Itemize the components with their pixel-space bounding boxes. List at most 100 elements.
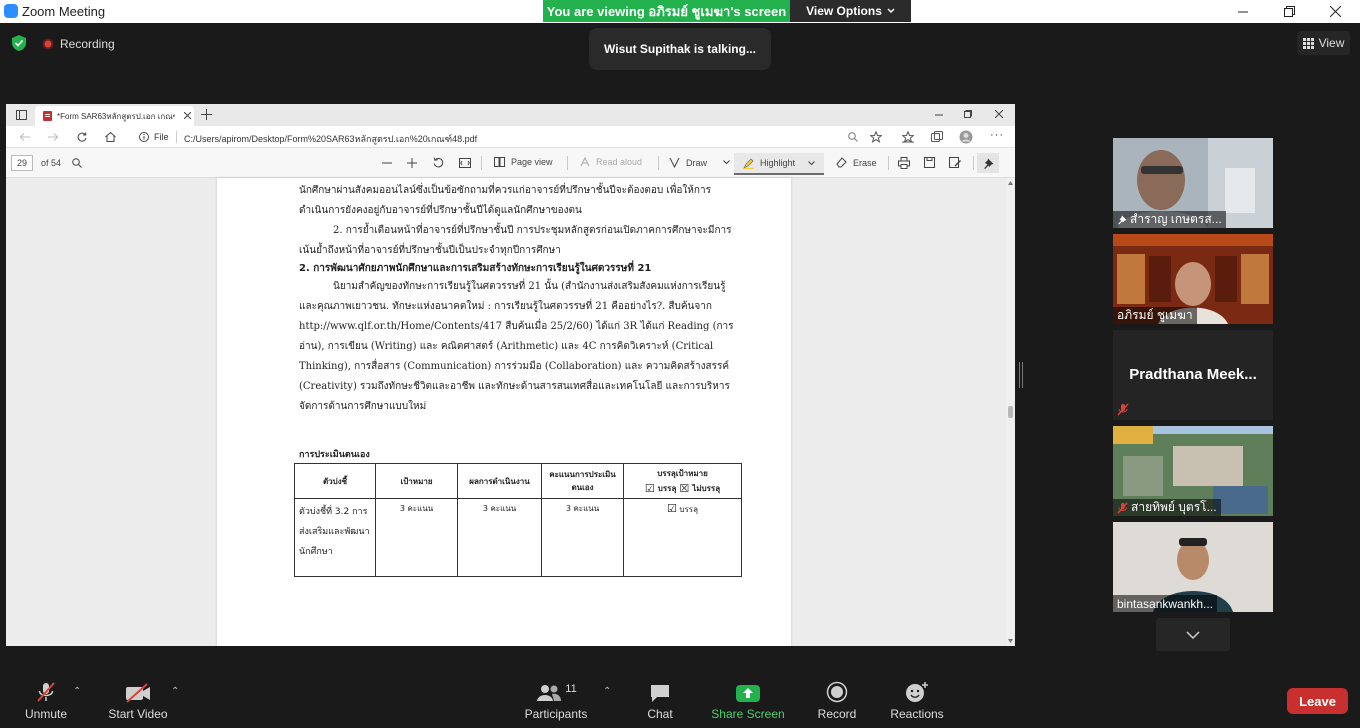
chevron-down-icon — [1186, 630, 1200, 639]
checked-box-icon: ☑ — [644, 482, 655, 495]
chevron-down-icon[interactable] — [723, 160, 730, 165]
highlight-button[interactable]: Highlight — [734, 153, 824, 175]
back-arrow-icon[interactable] — [20, 133, 30, 141]
minimize-icon — [1238, 11, 1248, 12]
scrollbar-thumb[interactable] — [1008, 406, 1013, 418]
draw-label: Draw — [686, 157, 708, 168]
table-header-goal: บรรลุเป้าหมาย ☑ บรรลุ ☒ ไม่บรรลุ — [623, 463, 742, 499]
participant-name-tag: สายทิพย์ บุตรโ... — [1113, 499, 1221, 516]
self-assessment-title: การประเมินตนเอง — [299, 450, 370, 460]
view-layout-button[interactable]: View — [1297, 31, 1350, 55]
restore-icon — [1283, 6, 1295, 17]
grid-icon — [1302, 37, 1314, 49]
pdf-scrollbar[interactable] — [1006, 178, 1015, 646]
zoom-magnifier-icon[interactable] — [848, 132, 858, 142]
audio-options-caret-icon[interactable]: ⌃ — [73, 686, 81, 697]
erase-label: Erase — [853, 157, 877, 168]
minimize-button[interactable] — [1220, 0, 1266, 23]
recording-label: Recording — [60, 37, 115, 51]
video-off-icon — [126, 683, 150, 703]
self-assessment-table: ตัวบ่งชี้ เป้าหมาย ผลการดำเนินงาน คะแนนก… — [294, 463, 742, 577]
draw-button[interactable]: Draw — [669, 157, 730, 168]
favorites-icon[interactable] — [902, 131, 914, 143]
unmute-label: Unmute — [24, 707, 68, 721]
browser-restore-icon[interactable] — [964, 110, 972, 118]
tab-actions-icon[interactable] — [16, 110, 27, 120]
profile-avatar-icon[interactable] — [959, 130, 973, 144]
chevron-down-icon[interactable] — [808, 160, 815, 166]
browser-address-bar: File C:/Users/apirom/Desktop/Form%20SAR6… — [6, 126, 1015, 148]
participants-label: Participants — [524, 707, 588, 721]
fit-page-icon[interactable] — [459, 158, 471, 168]
browser-tab[interactable]: *Form SAR63หลักสูตรป.เอก เกณฑ์48.pdf — [35, 106, 194, 126]
favorite-star-icon[interactable] — [870, 131, 882, 143]
share-screen-button[interactable]: Share Screen — [710, 672, 786, 728]
maximize-button[interactable] — [1266, 0, 1312, 23]
browser-minimize-icon[interactable] — [935, 114, 943, 116]
read-aloud-icon — [580, 157, 590, 167]
chevron-down-icon — [887, 8, 895, 14]
rotate-icon[interactable] — [433, 157, 444, 168]
video-tile[interactable]: อภิรมย์ ชูเมฆา — [1113, 234, 1273, 324]
record-button[interactable]: Record — [815, 672, 859, 728]
paragraph-21st-century-skills: นิยามสำคัญของทักษะการเรียนรู้ในศตวรรษที่… — [299, 281, 734, 412]
scroll-up-icon[interactable] — [1008, 181, 1013, 185]
scroll-down-icon[interactable] — [1008, 639, 1013, 643]
pdf-viewer[interactable]: นักศึกษาผ่านสังคมออนไลน์ซึ่งเป็นข้อซักถา… — [6, 178, 1006, 646]
info-icon[interactable] — [139, 132, 149, 142]
leave-meeting-button[interactable]: Leave — [1287, 688, 1348, 714]
page-view-icon — [494, 157, 505, 167]
video-tile[interactable]: สำราญ เกษตรส... — [1113, 138, 1273, 228]
chat-button[interactable]: Chat — [640, 672, 680, 728]
url-field[interactable]: C:/Users/apirom/Desktop/Form%20SAR63หลัก… — [184, 132, 477, 146]
start-video-label: Start Video — [108, 707, 168, 721]
participants-options-caret-icon[interactable]: ⌃ — [603, 686, 611, 697]
active-speaker-notice: Wisut Supithak is talking... — [589, 28, 771, 70]
table-cell: ตัวบ่งชี้ที่ 3.2 การส่งเสริมและพัฒนานักศ… — [294, 498, 376, 577]
video-tile[interactable]: Pradthana Meek... — [1113, 330, 1273, 420]
video-tile[interactable]: สายทิพย์ บุตรโ... — [1113, 426, 1273, 516]
muted-mic-icon — [1117, 403, 1129, 416]
close-window-button[interactable] — [1312, 0, 1358, 23]
toolbar-divider — [567, 156, 568, 170]
recording-indicator[interactable]: Recording — [42, 35, 115, 53]
erase-button[interactable]: Erase — [836, 157, 877, 168]
page-view-button[interactable]: Page view — [494, 157, 553, 167]
video-options-caret-icon[interactable]: ⌃ — [171, 686, 179, 697]
forward-arrow-icon[interactable] — [48, 133, 58, 141]
strip-resize-handle[interactable] — [1019, 362, 1023, 388]
table-header: เป้าหมาย — [375, 463, 458, 499]
more-options-icon[interactable]: ··· — [990, 129, 1004, 141]
view-options-button[interactable]: View Options — [790, 0, 911, 22]
start-video-button[interactable]: Start Video — [106, 672, 170, 728]
reactions-button[interactable]: Reactions — [888, 672, 946, 728]
highlight-label: Highlight — [760, 158, 796, 168]
zoom-in-icon[interactable] — [407, 158, 417, 168]
browser-close-icon[interactable] — [995, 110, 1003, 118]
zoom-out-icon[interactable] — [382, 162, 392, 164]
home-icon[interactable] — [105, 132, 116, 142]
participants-button[interactable]: 11 Participants — [522, 672, 590, 728]
refresh-icon[interactable] — [77, 132, 87, 142]
pdf-file-icon — [43, 111, 52, 121]
close-tab-icon[interactable] — [184, 112, 191, 119]
print-icon[interactable] — [898, 157, 910, 169]
unmute-button[interactable]: Unmute — [20, 672, 72, 728]
new-tab-icon[interactable] — [201, 109, 212, 120]
save-as-icon[interactable] — [949, 157, 961, 168]
participant-name: สายทิพย์ บุตรโ... — [1131, 500, 1217, 514]
scroll-participants-button[interactable] — [1156, 618, 1230, 651]
participant-name-large: Pradthana Meek... — [1129, 366, 1257, 383]
page-number-input[interactable]: 29 — [11, 155, 33, 171]
video-tile[interactable]: bintasankwankh... — [1113, 522, 1273, 612]
zoom-app-icon — [4, 4, 18, 18]
view-label: View — [1318, 36, 1345, 50]
search-icon[interactable] — [72, 158, 82, 168]
pin-icon — [1118, 215, 1127, 224]
collections-icon[interactable] — [931, 131, 943, 143]
security-shield-icon[interactable] — [10, 34, 28, 52]
table-cell: 3 คะแนน — [541, 498, 624, 577]
save-icon[interactable] — [924, 157, 935, 168]
read-aloud-button[interactable]: Read aloud — [580, 157, 642, 167]
pin-toolbar-button[interactable] — [977, 153, 999, 173]
